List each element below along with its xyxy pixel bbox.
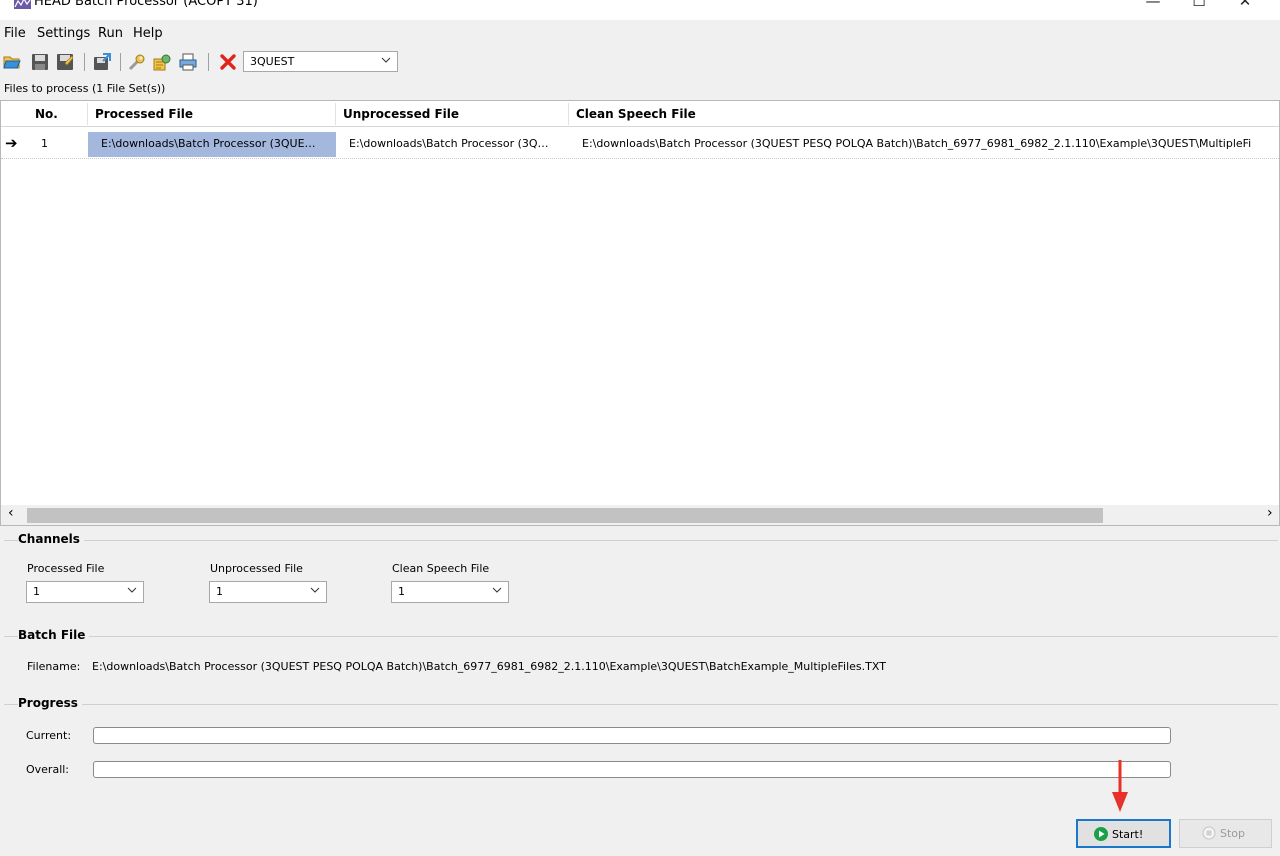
overall-progress-bar [93,761,1171,778]
print-icon[interactable] [179,53,197,71]
menu-settings[interactable]: Settings [37,26,90,41]
maximize-button[interactable]: ☐ [1182,0,1216,14]
clean-speech-file-cell[interactable]: E:\downloads\Batch Processor (3QUEST PES… [582,137,1279,150]
progress-group: Progress Current: Overall: [0,696,1280,788]
clean-speech-file-channel-select[interactable]: 1 [391,581,509,603]
column-divider[interactable] [335,103,336,125]
horizontal-scrollbar[interactable]: ‹ › [1,505,1279,525]
unprocessed-file-channel-select[interactable]: 1 [209,581,327,603]
settings-wizard-icon[interactable] [153,53,171,71]
current-progress-label: Current: [26,729,72,742]
annotation-arrow-icon [1112,760,1128,812]
start-button-label: Start! [1112,828,1144,841]
column-divider[interactable] [87,103,88,125]
progress-title: Progress [18,696,82,710]
column-header-processed-file[interactable]: Processed File [95,107,193,121]
files-to-process-label: Files to process (1 File Set(s)) [4,82,166,95]
unprocessed-file-channel-label: Unprocessed File [210,562,303,575]
unprocessed-file-channel-value: 1 [216,585,223,598]
minimize-button[interactable]: — [1136,0,1170,14]
batch-file-group: Batch File Filename: E:\downloads\Batch … [0,628,1280,678]
algorithm-select[interactable]: 3QUEST [243,51,398,72]
chevron-down-icon [310,587,320,593]
group-divider [4,704,1278,705]
clean-speech-file-channel-value: 1 [398,585,405,598]
chevron-down-icon [127,587,137,593]
chevron-down-icon [381,57,391,63]
processed-file-channel-select[interactable]: 1 [26,581,144,603]
app-icon [14,0,31,9]
algorithm-select-value: 3QUEST [250,55,295,68]
processed-file-channel-value: 1 [33,585,40,598]
toolbar-separator [208,53,209,71]
column-header-unprocessed-file[interactable]: Unprocessed File [343,107,459,121]
open-folder-icon[interactable] [3,53,21,71]
scroll-left-button[interactable]: ‹ [8,505,14,521]
files-grid[interactable]: No. Processed File Unprocessed File Clea… [0,100,1280,526]
close-button[interactable]: ✕ [1228,0,1262,14]
unprocessed-file-cell[interactable]: E:\downloads\Batch Processor (3Q… [349,137,565,150]
save-as-icon[interactable] [56,53,74,71]
batch-filename-value: E:\downloads\Batch Processor (3QUEST PES… [92,660,886,673]
stop-button-label: Stop [1220,827,1246,840]
current-row-arrow-icon: ➔ [5,134,18,152]
group-divider [4,540,1278,541]
row-number: 1 [41,137,48,150]
toolbar-separator [84,53,85,71]
overall-progress-label: Overall: [26,763,70,776]
stop-icon [1202,826,1216,840]
group-divider [4,636,1278,637]
scroll-right-button[interactable]: › [1267,505,1273,521]
channels-group: Channels Processed File 1 Unprocessed Fi… [0,532,1280,610]
export-icon[interactable] [93,53,111,71]
toolbar-separator [120,53,121,71]
window-title: HEAD Batch Processor (ACOPT 31) [34,0,258,9]
scrollbar-thumb[interactable] [27,508,1103,523]
title-bar: HEAD Batch Processor (ACOPT 31) — ☐ ✕ [0,0,1280,20]
chevron-down-icon [492,587,502,593]
clean-speech-file-channel-label: Clean Speech File [392,562,490,575]
menu-file[interactable]: File [4,26,26,41]
current-progress-bar [93,727,1171,744]
column-header-no[interactable]: No. [35,107,58,121]
batch-filename-label: Filename: [27,660,81,673]
toolbar: 3QUEST [0,49,1280,75]
column-divider[interactable] [568,103,569,125]
menu-help[interactable]: Help [133,26,163,41]
processed-file-cell[interactable]: E:\downloads\Batch Processor (3QUE… [101,137,333,150]
menu-bar: File Settings Run Help [0,24,1280,46]
delete-icon[interactable] [219,53,237,71]
stop-button[interactable]: Stop [1179,819,1272,848]
processed-file-channel-label: Processed File [27,562,105,575]
batch-file-title: Batch File [18,628,90,642]
menu-run[interactable]: Run [98,26,123,41]
channels-title: Channels [18,532,84,546]
grid-header: No. Processed File Unprocessed File Clea… [1,101,1279,127]
table-row[interactable]: ➔ 1 E:\downloads\Batch Processor (3QUE… … [1,131,1279,159]
play-icon [1094,827,1108,841]
wrench-icon[interactable] [128,53,146,71]
column-header-clean-speech-file[interactable]: Clean Speech File [576,107,696,121]
start-button[interactable]: Start! [1076,819,1171,848]
save-icon[interactable] [31,53,49,71]
